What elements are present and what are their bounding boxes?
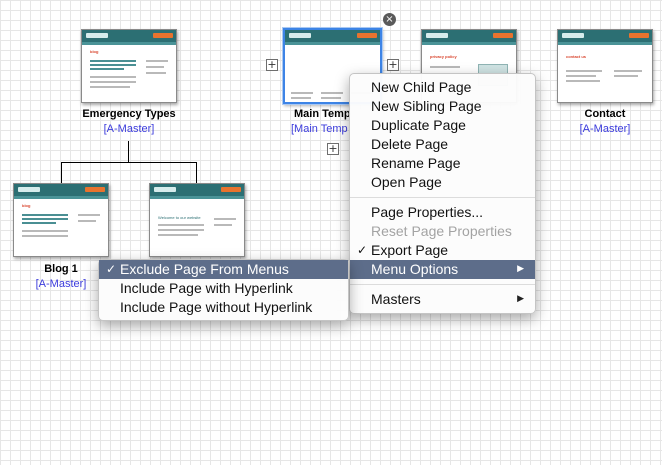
page-title[interactable]: Emergency Types [79, 108, 179, 120]
thumb-heading: blog [22, 203, 31, 208]
menu-item-delete-page[interactable]: Delete Page [350, 135, 535, 154]
menu-item-masters[interactable]: Masters ▶ [350, 290, 535, 309]
master-link[interactable]: [Main Temp [291, 123, 351, 135]
tree-connector [128, 141, 129, 163]
add-child-icon[interactable]: + [327, 143, 339, 155]
checkmark-icon: ✓ [357, 243, 368, 257]
thumb-heading: privacy policy [430, 54, 457, 59]
thumb-heading: Welcome to our website [158, 215, 201, 220]
master-link[interactable]: [A-Master] [79, 123, 179, 135]
menu-item-export-page[interactable]: ✓ Export Page [350, 241, 535, 260]
menu-item-duplicate-page[interactable]: Duplicate Page [350, 116, 535, 135]
submenu-arrow-icon: ▶ [517, 264, 524, 274]
add-sibling-left-icon[interactable]: + [266, 59, 278, 71]
submenu-arrow-icon: ▶ [517, 294, 524, 304]
tree-connector [61, 162, 197, 163]
master-link[interactable]: [A-Master] [11, 278, 111, 290]
page-title[interactable]: Contact [555, 108, 655, 120]
submenu-item-exclude-page-from-menus[interactable]: ✓ Exclude Page From Menus [99, 260, 348, 279]
master-link[interactable]: [A-Master] [555, 123, 655, 135]
page-title[interactable]: Main Temp [294, 108, 354, 120]
menu-options-submenu: ✓ Exclude Page From Menus Include Page wi… [98, 259, 349, 321]
menu-item-new-sibling-page[interactable]: New Sibling Page [350, 97, 535, 116]
thumb-logo [86, 33, 108, 38]
menu-item-page-properties[interactable]: Page Properties... [350, 203, 535, 222]
menu-item-open-page[interactable]: Open Page [350, 173, 535, 192]
checkmark-icon: ✓ [106, 262, 117, 276]
submenu-item-include-page-without-hyperlink[interactable]: Include Page without Hyperlink [99, 298, 348, 317]
page-thumbnail-emergency-types[interactable]: blog [81, 29, 177, 103]
tree-connector [196, 162, 197, 183]
page-title[interactable]: Blog 1 [11, 263, 111, 275]
menu-separator [350, 197, 535, 198]
menu-item-menu-options[interactable]: Menu Options ▶ [350, 260, 535, 279]
thumb-heading: blog [90, 49, 99, 54]
add-sibling-right-icon[interactable]: + [387, 59, 399, 71]
submenu-item-include-page-with-hyperlink[interactable]: Include Page with Hyperlink [99, 279, 348, 298]
page-thumbnail-welcome[interactable]: Welcome to our website [149, 183, 245, 257]
page-thumbnail-contact[interactable]: contact us [557, 29, 653, 103]
close-icon[interactable]: × [383, 13, 396, 26]
menu-item-rename-page[interactable]: Rename Page [350, 154, 535, 173]
thumb-heading: contact us [566, 54, 587, 59]
page-thumbnail-blog-1[interactable]: blog [13, 183, 109, 257]
menu-item-new-child-page[interactable]: New Child Page [350, 78, 535, 97]
page-context-menu: New Child Page New Sibling Page Duplicat… [349, 73, 536, 314]
tree-connector [61, 162, 62, 183]
menu-item-reset-page-properties: Reset Page Properties [371, 223, 512, 239]
menu-separator [350, 284, 535, 285]
